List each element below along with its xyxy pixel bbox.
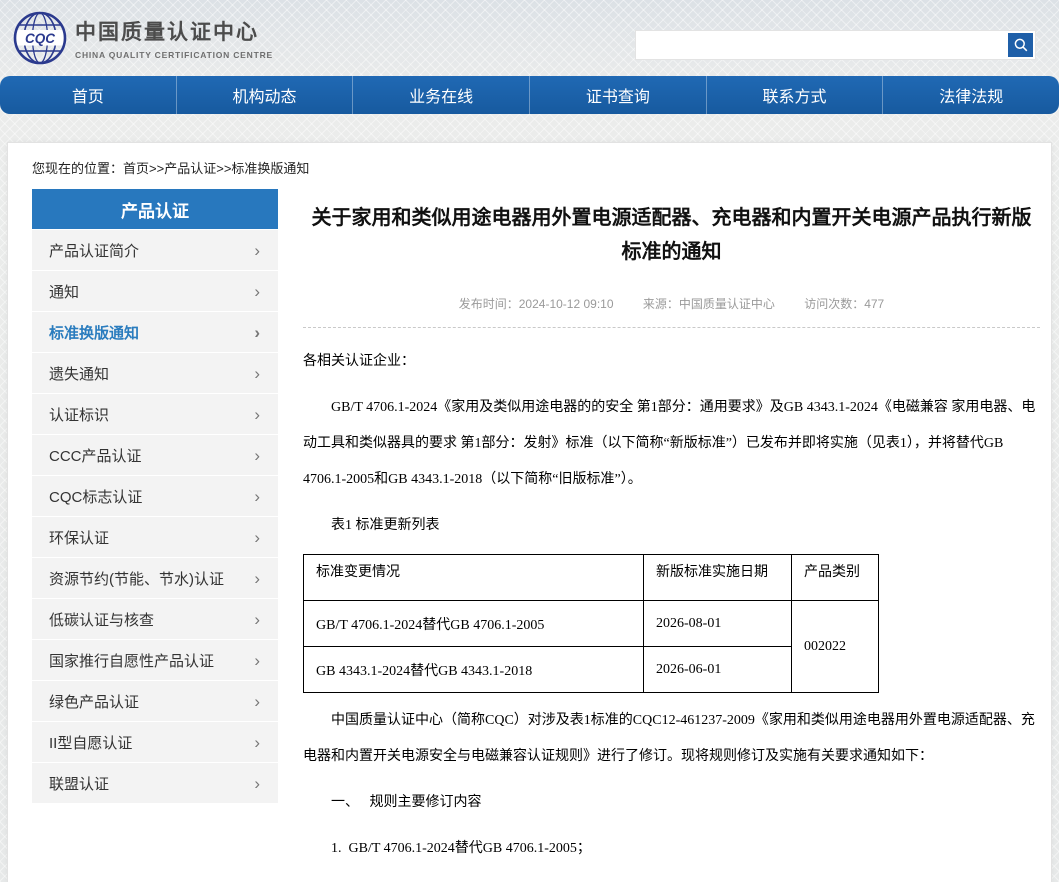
table-caption: 表1 标准更新列表 [303, 508, 1040, 544]
sidebar-item-national-voluntary-cert[interactable]: 国家推行自愿性产品认证 › [32, 640, 278, 680]
sidebar-item-alliance-cert[interactable]: 联盟认证 › [32, 763, 278, 803]
cell-category: 002022 [792, 601, 879, 693]
col-header-date: 新版标准实施日期 [644, 555, 792, 601]
chevron-right-icon: › [254, 775, 260, 792]
breadcrumb-link-home[interactable]: 首页 [123, 161, 149, 176]
nav-item-laws[interactable]: 法律法规 [882, 76, 1059, 114]
intro-paragraph: GB/T 4706.1-2024《家用及类似用途电器的的安全 第1部分：通用要求… [303, 390, 1040, 498]
col-header-category: 产品类别 [792, 555, 879, 601]
chevron-right-icon: › [254, 529, 260, 546]
breadcrumb-label: 您现在的位置： [32, 161, 123, 176]
chevron-right-icon: › [254, 652, 260, 669]
nav-item-contact[interactable]: 联系方式 [706, 76, 883, 114]
chevron-right-icon: › [254, 242, 260, 259]
page-title: 关于家用和类似用途电器用外置电源适配器、充电器和内置开关电源产品执行新版标准的通… [303, 143, 1040, 269]
cell-change-2: GB 4343.1-2024替代GB 4343.1-2018 [304, 647, 644, 693]
chevron-right-icon: › [254, 283, 260, 300]
breadcrumb-separator: >> [149, 161, 164, 176]
revision-item-1: 1. GB/T 4706.1-2024替代GB 4706.1-2005； [303, 831, 1040, 867]
chevron-right-icon: › [254, 488, 260, 505]
cell-change-1: GB/T 4706.1-2024替代GB 4706.1-2005 [304, 601, 644, 647]
sidebar-item-resource-saving-cert[interactable]: 资源节约(节能、节水)认证 › [32, 558, 278, 598]
sidebar-item-standard-change-notice[interactable]: 标准换版通知 › [32, 312, 278, 352]
table-header-row: 标准变更情况 新版标准实施日期 产品类别 [304, 555, 879, 601]
nav-item-home[interactable]: 首页 [0, 76, 176, 114]
chevron-right-icon: › [254, 365, 260, 382]
chevron-right-icon: › [254, 611, 260, 628]
sidebar-item-low-carbon-cert[interactable]: 低碳认证与核查 › [32, 599, 278, 639]
site-header: CQC 中国质量认证中心 CHINA QUALITY CERTIFICATION… [0, 0, 1059, 76]
cqc-globe-icon: CQC [13, 11, 67, 65]
site-logo: CQC 中国质量认证中心 CHINA QUALITY CERTIFICATION… [13, 11, 273, 65]
nav-item-certificate-query[interactable]: 证书查询 [529, 76, 706, 114]
section1-heading: 一、 规则主要修订内容 [303, 785, 1040, 821]
search-icon [1013, 37, 1029, 53]
publish-time: 发布时间：2024-10-12 09:10 [459, 297, 614, 311]
main-nav: 首页 机构动态 业务在线 证书查询 联系方式 法律法规 [0, 76, 1059, 114]
chevron-right-icon: › [254, 324, 260, 341]
article: 关于家用和类似用途电器用外置电源适配器、充电器和内置开关电源产品执行新版标准的通… [303, 143, 1040, 882]
revision-paragraph: 中国质量认证中心（简称CQC）对涉及表1标准的CQC12-461237-2009… [303, 703, 1040, 775]
sidebar-item-type2-voluntary-cert[interactable]: II型自愿认证 › [32, 722, 278, 762]
search-input[interactable] [636, 31, 1006, 59]
content-panel: 您现在的位置：首页>>产品认证>>标准换版通知 产品认证 产品认证简介 › 通知… [7, 142, 1052, 882]
site-title: 中国质量认证中心 [75, 16, 273, 46]
table-row: GB/T 4706.1-2024替代GB 4706.1-2005 2026-08… [304, 601, 879, 647]
sidebar-item-notice[interactable]: 通知 › [32, 271, 278, 311]
sidebar-item-product-cert-intro[interactable]: 产品认证简介 › [32, 230, 278, 270]
sidebar: 产品认证 产品认证简介 › 通知 › 标准换版通知 › 遗失通知 › 认证标识 … [32, 189, 278, 803]
sidebar-item-cert-mark[interactable]: 认证标识 › [32, 394, 278, 434]
site-subtitle: CHINA QUALITY CERTIFICATION CENTRE [75, 50, 273, 60]
nav-item-news[interactable]: 机构动态 [176, 76, 353, 114]
article-body: 各相关认证企业： GB/T 4706.1-2024《家用及类似用途电器的的安全 … [303, 344, 1040, 882]
breadcrumb-link-standard-notice[interactable]: 标准换版通知 [231, 161, 309, 176]
sidebar-item-cqc-mark-cert[interactable]: CQC标志认证 › [32, 476, 278, 516]
nav-item-online-business[interactable]: 业务在线 [352, 76, 529, 114]
revision-item-2: 2. GB 4343.1-2024替代GB 4343.1-2018； [303, 877, 1040, 882]
search-button[interactable] [1008, 33, 1033, 57]
logo-text: 中国质量认证中心 CHINA QUALITY CERTIFICATION CEN… [75, 16, 273, 60]
chevron-right-icon: › [254, 693, 260, 710]
chevron-right-icon: › [254, 570, 260, 587]
breadcrumb: 您现在的位置：首页>>产品认证>>标准换版通知 [32, 158, 309, 177]
col-header-change: 标准变更情况 [304, 555, 644, 601]
sidebar-item-ccc-product-cert[interactable]: CCC产品认证 › [32, 435, 278, 475]
salutation: 各相关认证企业： [303, 344, 1040, 380]
chevron-right-icon: › [254, 734, 260, 751]
article-meta: 发布时间：2024-10-12 09:10 来源：中国质量认证中心 访问次数：4… [303, 295, 1040, 328]
source: 来源：中国质量认证中心 [643, 297, 775, 311]
search-box [635, 30, 1036, 60]
sidebar-title: 产品认证 [32, 189, 278, 229]
cell-date-1: 2026-08-01 [644, 601, 792, 647]
page: CQC 中国质量认证中心 CHINA QUALITY CERTIFICATION… [0, 0, 1059, 882]
chevron-right-icon: › [254, 447, 260, 464]
chevron-right-icon: › [254, 406, 260, 423]
standards-update-table: 标准变更情况 新版标准实施日期 产品类别 GB/T 4706.1-2024替代G… [303, 554, 879, 693]
visit-count: 访问次数：477 [804, 297, 884, 311]
cell-date-2: 2026-06-01 [644, 647, 792, 693]
cqc-acronym: CQC [25, 31, 55, 46]
breadcrumb-separator: >> [216, 161, 231, 176]
sidebar-item-loss-notice[interactable]: 遗失通知 › [32, 353, 278, 393]
breadcrumb-link-product-cert[interactable]: 产品认证 [164, 161, 216, 176]
sidebar-item-green-product-cert[interactable]: 绿色产品认证 › [32, 681, 278, 721]
sidebar-item-environment-cert[interactable]: 环保认证 › [32, 517, 278, 557]
